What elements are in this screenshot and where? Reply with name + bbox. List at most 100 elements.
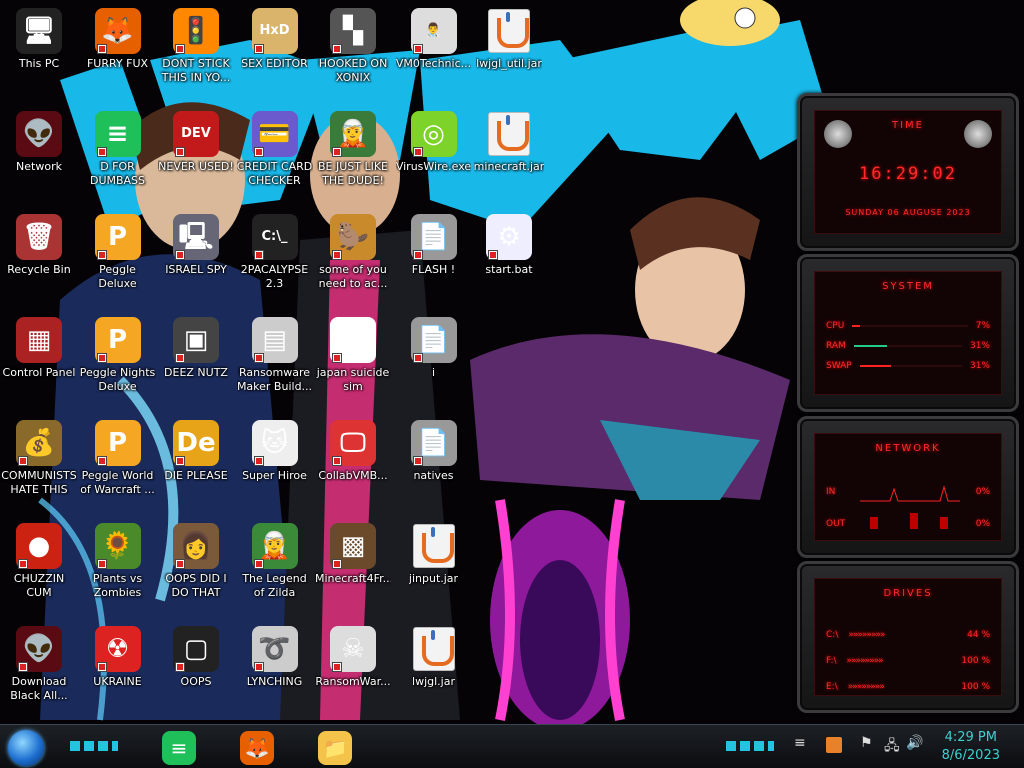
desktop-icon[interactable]: 📄 natives [395, 416, 473, 483]
desktop-icon-label: The Legend of Zilda [242, 572, 307, 599]
desktop-icon[interactable]: ▢ OOPS [157, 622, 235, 689]
desktop-icon[interactable]: 🌻 Plants vs Zombies [79, 519, 157, 600]
file-explorer-taskbar-icon[interactable]: 📁 [318, 731, 352, 765]
desktop-icon[interactable]: 👽 Network [0, 107, 78, 174]
desktop-icon[interactable]: 🦫 some of you need to ac... [314, 210, 392, 291]
shortcut-arrow-icon [96, 250, 107, 260]
icon-glyph: ▤ [262, 325, 287, 355]
desktop-icon[interactable]: ▮ japan suicide sim [314, 313, 392, 394]
desktop-icon-label: Super Hiroe [242, 469, 307, 482]
drives-gadget[interactable]: DRIVES C:\»»»»»»»» 44 % F:\»»»»»»»» 100 % E:… [797, 561, 1019, 713]
icon-glyph: 🗑 [22, 222, 56, 252]
desktop-icon[interactable]: ▩ Minecraft4Fr... [314, 519, 392, 586]
green-app-taskbar-icon[interactable]: ≡ [162, 731, 196, 765]
desktop-icon[interactable]: De DIE PLEASE [157, 416, 235, 483]
desktop-icon[interactable]: lwjgl_util.jar [470, 4, 548, 71]
desktop-icon[interactable]: P Peggle Deluxe [79, 210, 157, 291]
desktop-icon[interactable]: 🐱 Super Hiroe [236, 416, 314, 483]
desktop-icon[interactable]: P Peggle World of Warcraft ... [79, 416, 157, 497]
alien-head-icon [964, 120, 992, 148]
desktop-icon-label: Network [16, 160, 62, 173]
desktop-icon[interactable]: 🖥 This PC [0, 4, 78, 71]
desktop-icon[interactable]: ▦ Control Panel [0, 313, 78, 380]
start-button[interactable] [8, 730, 44, 766]
desktop-icon[interactable]: ⚙ start.bat [470, 210, 548, 277]
desktop-icon[interactable]: P Peggle Nights Deluxe [79, 313, 157, 394]
shortcut-arrow-icon [175, 250, 185, 260]
desktop-icon[interactable]: lwjgl.jar [395, 622, 473, 689]
desktop-icon[interactable]: 👨‍⚕️ VM0Technic... [395, 4, 473, 71]
desktop-icon[interactable]: HxD SEX EDITOR [236, 4, 314, 71]
desktop-icon-label: VirusWire.exe [395, 160, 472, 173]
java-jar-icon [411, 626, 457, 672]
desktop-icon[interactable]: ▚ HOOKED ON XONIX [314, 4, 392, 85]
desktop-icon[interactable]: 📄 i [395, 313, 473, 380]
desktop-icon[interactable]: ● CHUZZIN CUM [0, 519, 78, 600]
icon-glyph: ▦ [26, 325, 52, 355]
network-icon[interactable]: 🖧 [884, 735, 900, 759]
app-window-icon: ▤ [251, 317, 298, 363]
desktop-icon[interactable]: ➰ LYNCHING [236, 622, 314, 689]
icon-glyph: ▣ [183, 325, 209, 355]
drive-row-value: 100 % [961, 656, 990, 666]
desktop-icon[interactable]: 🖳 ISRAEL SPY [157, 210, 235, 277]
desktop-icon[interactable]: C:\_ 2PACALYPSE 2.3 [236, 210, 314, 291]
show-hidden-icons-icon[interactable]: ≡ [794, 735, 806, 751]
desktop-icon[interactable]: 🚦 DONT STICK THIS IN YO... [157, 4, 235, 85]
desktop-icon[interactable]: jinput.jar [395, 519, 473, 586]
shortcut-arrow-icon [175, 559, 185, 569]
shortcut-arrow-icon [332, 147, 342, 157]
shortcut-arrow-icon [253, 456, 264, 466]
icon-glyph: DEV [181, 126, 211, 141]
desktop-icon[interactable]: ☠ RansomWar... [314, 622, 392, 689]
desktop-icon[interactable]: ☢ UKRAINE [79, 622, 157, 689]
icon-glyph: ▚ [343, 16, 363, 46]
shortcut-arrow-icon [96, 559, 107, 569]
taskbar-clock[interactable]: 4:29 PM 8/6/2023 [942, 729, 1000, 765]
shortcut-arrow-icon [332, 662, 342, 672]
desktop-icon[interactable]: ◎ VirusWire.exe [395, 107, 473, 174]
network-gadget[interactable]: NETWORK IN 0% OUT 0% [797, 416, 1019, 558]
desktop-icon[interactable]: 👩 OOPS DID I DO THAT [157, 519, 235, 600]
desktop-icon[interactable]: ≡ D FOR DUMBASS [79, 107, 157, 188]
desktop-icon[interactable]: 📄 FLASH ! [395, 210, 473, 277]
network-gadget-title: NETWORK [875, 443, 941, 454]
desktop-icon-label: minecraft.jar [473, 160, 545, 173]
desktop-icon[interactable]: 🧝 The Legend of Zilda [236, 519, 314, 600]
desktop-icon[interactable]: 🦊 FURRY FUX [79, 4, 157, 71]
desktop-icon[interactable]: minecraft.jar [470, 107, 548, 174]
desktop-icon[interactable]: 👽 Download Black All... [0, 622, 78, 703]
tray-app-icon[interactable] [826, 737, 842, 753]
desktop-icon[interactable]: ▣ DEEZ NUTZ [157, 313, 235, 380]
desktop-icon[interactable]: DEV NEVER USED! [157, 107, 235, 174]
system-gadget[interactable]: SYSTEM CPU 7% RAM 31% SWAP 31% [797, 254, 1019, 412]
peggle-wow-icon: P [94, 420, 141, 466]
time-gadget[interactable]: TIME 16:29:02 SUNDAY 06 AUGUSE 2023 [797, 93, 1019, 251]
desktop-icon[interactable]: ▤ Ransomware Maker Build... [236, 313, 314, 394]
desktop-icon-label: i [431, 366, 436, 379]
shortcut-arrow-icon [18, 456, 28, 466]
desktop-icon-label: Peggle Deluxe [98, 263, 137, 290]
desktop-icon[interactable]: 💰COMMUNISTS HATE THIS G... [0, 416, 78, 499]
desktop-icon[interactable]: 🗑 Recycle Bin [0, 210, 78, 277]
drives-gadget-title: DRIVES [883, 588, 933, 599]
volume-icon[interactable]: 🔊 [906, 735, 923, 751]
network-in-value: 0% [975, 487, 990, 497]
drive-row-value: 100 % [961, 682, 990, 692]
java-jar-icon [486, 111, 532, 157]
taskbar-deco-left [70, 741, 118, 751]
desktop-icon[interactable]: 💳 CREDIT CARD CHECKER [236, 107, 314, 188]
desktop-icon-label: VM0Technic... [395, 57, 472, 70]
shortcut-arrow-icon [412, 147, 423, 157]
chuzzle-icon: ● [16, 523, 62, 569]
desktop[interactable]: 🖥 This PC 🦊 FURRY FUX 🚦 DONT STICK THIS IN YO… [0, 0, 1024, 768]
flag-icon[interactable]: ⚑ [860, 735, 873, 751]
system-row-bar [853, 345, 962, 347]
shortcut-arrow-icon [332, 456, 342, 466]
firefox-taskbar-icon[interactable]: 🦊 [240, 731, 274, 765]
window-stack-icon: ▣ [173, 317, 219, 363]
drive-row-label: C:\ [826, 630, 839, 640]
desktop-icon[interactable]: 🖵 CollabVMB... [314, 416, 392, 483]
dev-cpp-icon: DEV [173, 111, 219, 157]
desktop-icon[interactable]: 🧝 BE JUST LIKE THE DUDE! [314, 107, 392, 188]
